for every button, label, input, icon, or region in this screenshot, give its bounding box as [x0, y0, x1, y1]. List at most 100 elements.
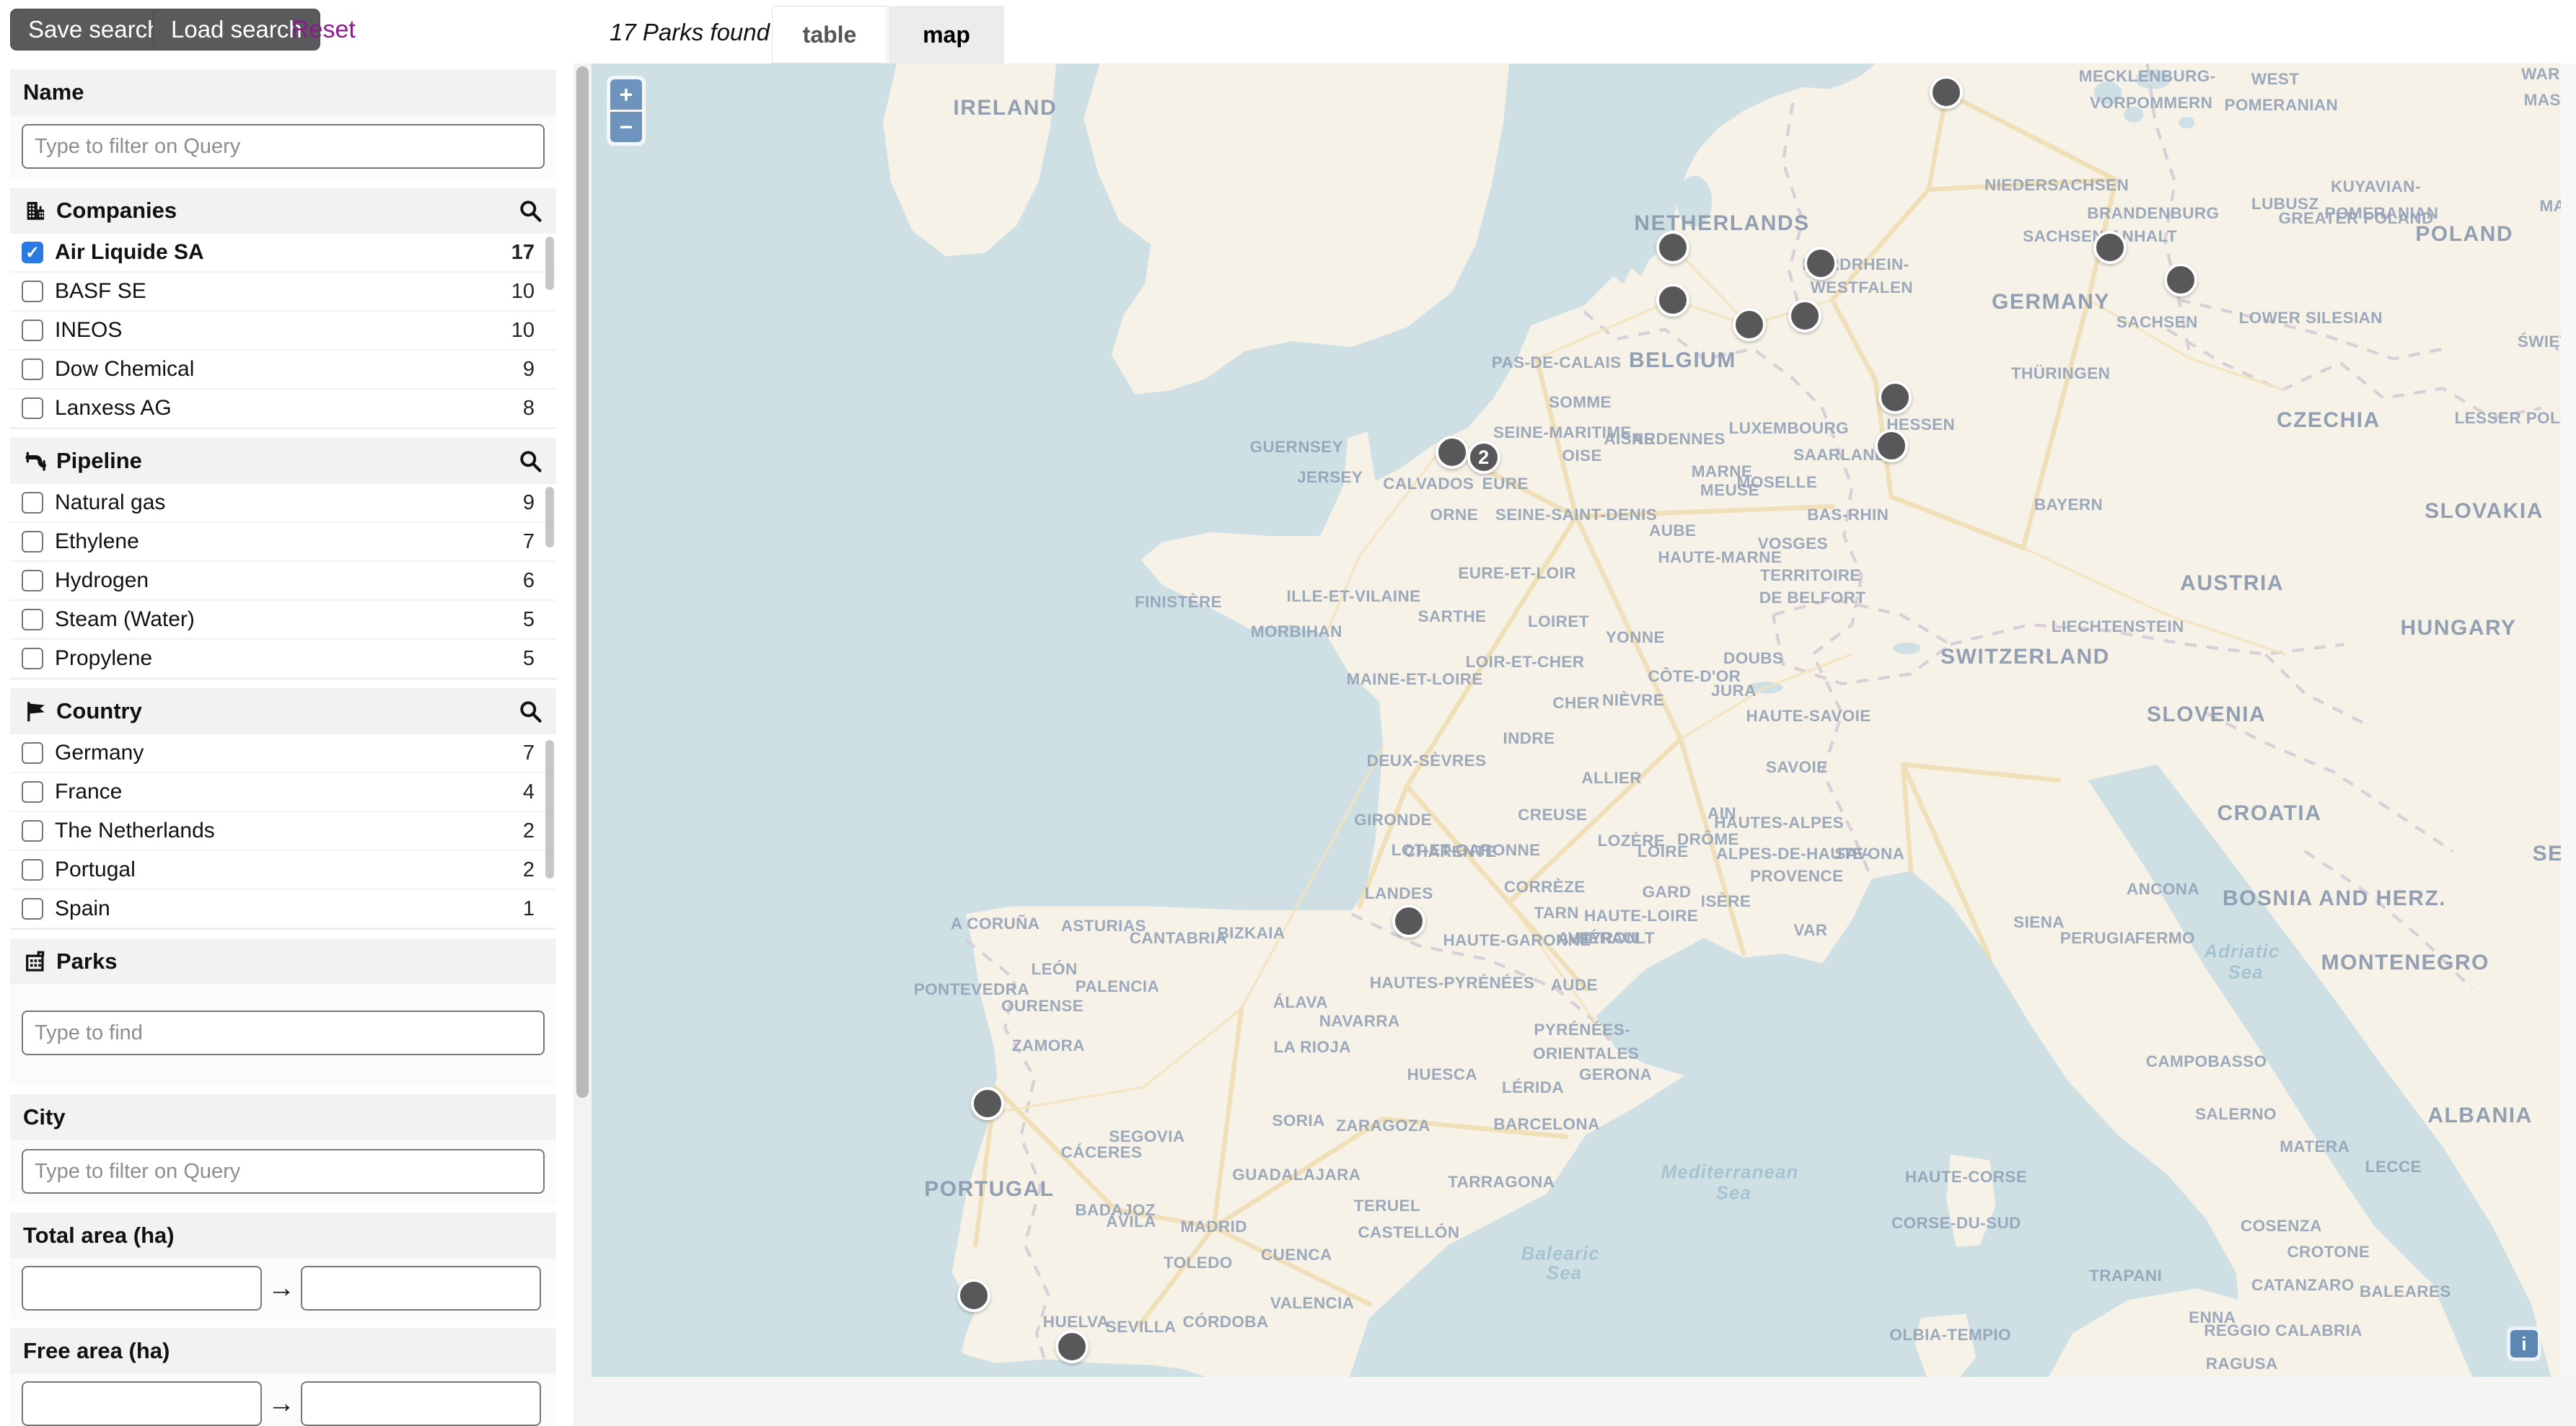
map-right-gutter — [2561, 63, 2576, 1377]
facet-title: Companies — [56, 198, 177, 224]
checkbox[interactable] — [22, 492, 43, 514]
park-marker[interactable] — [1930, 76, 1963, 109]
filter-sidebar: Name Companies ✓Air Liquide SA17BASF SE1… — [0, 63, 566, 1426]
parks-grid-icon — [23, 949, 49, 974]
park-marker[interactable] — [1656, 231, 1689, 264]
checkbox[interactable] — [22, 397, 43, 419]
parks-find-input[interactable] — [22, 1011, 545, 1055]
park-marker[interactable] — [1875, 429, 1908, 462]
facet-section-country: Country Germany7France4The Netherlands2P… — [10, 688, 556, 930]
parks-section-title: Parks — [56, 949, 117, 974]
facet-item-count: 8 — [523, 397, 535, 421]
park-cluster-marker[interactable]: 2 — [1467, 441, 1500, 474]
list-scrollbar-thumb[interactable] — [545, 237, 554, 290]
park-marker[interactable] — [1788, 299, 1821, 333]
checkbox[interactable] — [22, 820, 43, 842]
list-scrollbar-thumb[interactable] — [545, 487, 554, 547]
facet-item-count: 4 — [523, 780, 535, 804]
reset-link[interactable]: Reset — [291, 16, 356, 44]
facet-row[interactable]: Portugal2 — [10, 851, 556, 890]
checkbox[interactable] — [22, 570, 43, 591]
checkbox[interactable] — [22, 609, 43, 630]
total-area-section: Total area (ha) → — [10, 1212, 556, 1319]
facet-title: Pipeline — [56, 448, 142, 474]
city-filter-input[interactable] — [22, 1149, 545, 1194]
park-marker[interactable] — [1804, 247, 1837, 280]
facet-row[interactable]: Lanxess AG8 — [10, 389, 556, 428]
facet-row[interactable]: Hydrogen6 — [10, 562, 556, 601]
tab-map[interactable]: map — [889, 6, 1004, 63]
facet-item-label: Lanxess AG — [55, 396, 523, 421]
search-icon[interactable] — [517, 198, 543, 224]
checkbox[interactable] — [22, 898, 43, 920]
facet-item-label: INEOS — [55, 318, 511, 343]
facet-item-label: Dow Chemical — [55, 357, 523, 382]
park-marker[interactable] — [1733, 308, 1766, 341]
facet-row[interactable]: Steam (Water)5 — [10, 601, 556, 640]
total-area-min-input[interactable] — [22, 1266, 262, 1311]
park-marker[interactable] — [1656, 283, 1689, 317]
search-icon[interactable] — [517, 698, 543, 724]
park-marker[interactable] — [2093, 231, 2127, 264]
map-terrain — [592, 63, 2561, 1377]
facet-row[interactable]: Propylene5 — [10, 640, 556, 679]
list-scrollbar-thumb[interactable] — [545, 740, 554, 879]
facet-row[interactable]: The Netherlands2 — [10, 812, 556, 851]
facet-item-count: 2 — [523, 819, 535, 843]
facet-row[interactable]: France4 — [10, 773, 556, 812]
facet-row[interactable]: INEOS10 — [10, 312, 556, 351]
checkbox[interactable] — [22, 742, 43, 764]
facet-item-label: Hydrogen — [55, 568, 523, 593]
park-marker[interactable] — [1878, 381, 1912, 414]
facet-row[interactable]: Spain1 — [10, 890, 556, 929]
checkbox[interactable] — [22, 281, 43, 302]
checkbox[interactable] — [22, 320, 43, 341]
park-marker[interactable] — [971, 1087, 1004, 1120]
park-marker[interactable] — [1436, 436, 1469, 469]
map-canvas[interactable]: IRELANDNETHERLANDSBELGIUMGERMANYPOLANDCZ… — [592, 63, 2561, 1377]
map-attribution-wrap: i — [2507, 1326, 2541, 1361]
search-icon[interactable] — [517, 448, 543, 474]
park-marker[interactable] — [1055, 1330, 1089, 1363]
park-marker[interactable] — [1392, 905, 1425, 938]
checkbox[interactable]: ✓ — [22, 242, 43, 263]
checkbox[interactable] — [22, 358, 43, 380]
facet-item-label: Air Liquide SA — [55, 240, 511, 265]
facet-item-count: 6 — [523, 569, 535, 593]
free-area-header: Free area (ha) — [10, 1328, 556, 1374]
checkbox[interactable] — [22, 531, 43, 553]
free-area-max-input[interactable] — [301, 1381, 541, 1426]
park-marker[interactable] — [957, 1279, 990, 1312]
zoom-out-button[interactable]: − — [610, 112, 642, 142]
info-button[interactable]: i — [2510, 1330, 2538, 1357]
checkbox[interactable] — [22, 648, 43, 669]
facet-item-label: Germany — [55, 741, 523, 765]
facet-item-label: France — [55, 780, 523, 804]
park-marker[interactable] — [2164, 263, 2197, 296]
checkbox[interactable] — [22, 781, 43, 803]
facet-row[interactable]: Germany7 — [10, 734, 556, 773]
zoom-in-button[interactable]: + — [610, 79, 642, 110]
parks-section: Parks — [10, 938, 556, 1086]
facet-header: Country — [10, 688, 556, 734]
sidebar-scrollbar-thumb[interactable] — [576, 66, 589, 1098]
tab-table[interactable]: table — [772, 6, 887, 63]
name-section-title: Name — [23, 79, 84, 105]
free-area-min-input[interactable] — [22, 1381, 262, 1426]
name-section-header: Name — [10, 69, 556, 115]
facet-row[interactable]: Natural gas9 — [10, 484, 556, 523]
total-area-header: Total area (ha) — [10, 1212, 556, 1259]
facet-row[interactable]: Dow Chemical9 — [10, 351, 556, 389]
facet-item-count: 2 — [523, 858, 535, 882]
facet-item-count: 1 — [523, 897, 535, 921]
parks-section-header: Parks — [10, 938, 556, 985]
range-arrow-icon: → — [268, 1388, 295, 1420]
city-section-header: City — [10, 1094, 556, 1140]
facet-row[interactable]: ✓Air Liquide SA17 — [10, 234, 556, 273]
name-filter-input[interactable] — [22, 124, 545, 169]
total-area-max-input[interactable] — [301, 1266, 541, 1311]
facet-header: Companies — [10, 188, 556, 234]
checkbox[interactable] — [22, 859, 43, 881]
facet-row[interactable]: BASF SE10 — [10, 273, 556, 312]
facet-row[interactable]: Ethylene7 — [10, 523, 556, 562]
